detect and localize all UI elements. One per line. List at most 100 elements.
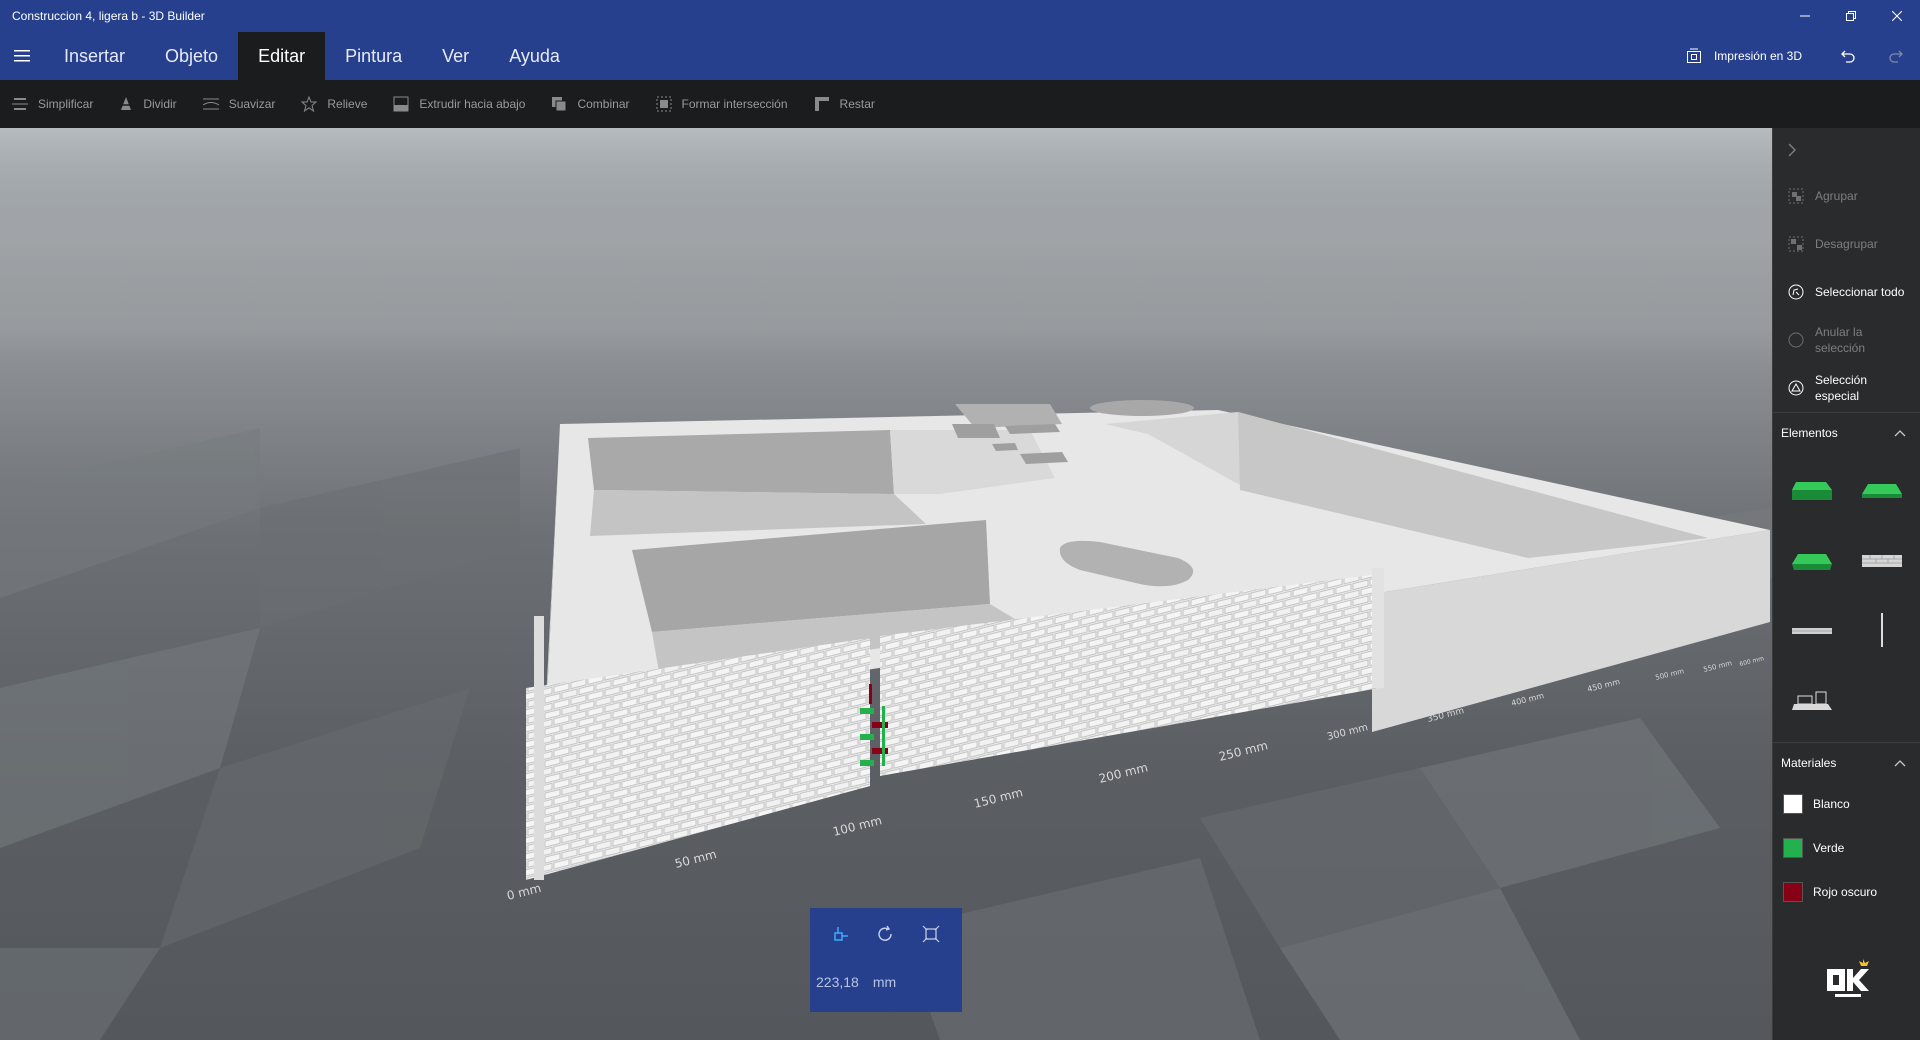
intersect-button[interactable]: Formar intersección	[656, 96, 788, 112]
pillar-icon	[1881, 613, 1883, 647]
hamburger-button[interactable]	[0, 32, 44, 80]
transform-tools	[810, 908, 962, 946]
extrude-down-icon	[393, 96, 409, 112]
tab-pintura[interactable]: Pintura	[325, 32, 422, 80]
ruler-label-200: 200 mm	[1097, 760, 1149, 786]
swatch-white	[1783, 794, 1803, 814]
title-bar: Construccion 4, ligera b - 3D Builder	[0, 0, 1920, 32]
elements-title: Elementos	[1781, 425, 1838, 440]
scene-canvas[interactable]: 0 mm 50 mm 100 mm 150 mm 200 mm 250 mm 3…	[0, 128, 1772, 1040]
ungroup-label: Desagrupar	[1815, 237, 1878, 251]
collapse-panel-button[interactable]	[1773, 128, 1920, 172]
elements-grid	[1773, 452, 1920, 736]
materials-title: Materiales	[1781, 755, 1837, 770]
ruler-label-0: 0 mm	[505, 881, 542, 903]
swatch-green	[1783, 838, 1803, 858]
special-selection-icon	[1787, 379, 1805, 397]
close-button[interactable]	[1874, 0, 1920, 32]
tool-label: Combinar	[577, 97, 630, 111]
restore-button[interactable]	[1828, 0, 1874, 32]
group-button[interactable]: Agrupar	[1773, 172, 1920, 220]
element-thumb[interactable]	[1847, 526, 1917, 596]
ruler-label-550: 550 mm	[1703, 659, 1733, 674]
tab-objeto[interactable]: Objeto	[145, 32, 238, 80]
tool-label: Simplificar	[38, 97, 94, 111]
scale-tool[interactable]	[919, 922, 943, 946]
emboss-icon	[301, 96, 318, 112]
element-thumb[interactable]	[1847, 596, 1917, 666]
tab-ayuda[interactable]: Ayuda	[489, 32, 580, 80]
material-green[interactable]: Verde	[1773, 826, 1920, 870]
simplify-button[interactable]: Simplificar	[12, 97, 93, 111]
watermark-logo	[1825, 957, 1873, 1006]
material-dark-red[interactable]: Rojo oscuro	[1773, 870, 1920, 914]
edit-toolbar: Simplificar Dividir Suavizar Relieve Ext…	[0, 80, 1920, 128]
minimize-icon	[1800, 15, 1810, 17]
elements-header[interactable]: Elementos	[1773, 412, 1920, 452]
hamburger-icon	[14, 50, 30, 62]
deselect-button[interactable]: Anular la selección	[1773, 316, 1920, 364]
redo-button[interactable]	[1872, 32, 1920, 80]
tool-label: Dividir	[143, 97, 177, 111]
3d-viewport[interactable]: 0 mm 50 mm 100 mm 150 mm 200 mm 250 mm 3…	[0, 128, 1772, 1040]
swatch-dark-red	[1783, 882, 1803, 902]
element-thumb[interactable]	[1777, 596, 1847, 666]
special-selection-label: Selección especial	[1815, 373, 1868, 403]
tab-editar[interactable]: Editar	[238, 32, 326, 80]
ruler-label-600: 600 mm	[1739, 655, 1765, 668]
brick-strip-icon	[1862, 555, 1902, 567]
rotate-icon	[878, 925, 892, 941]
smooth-icon	[202, 98, 219, 110]
special-selection-button[interactable]: Selección especial	[1773, 364, 1920, 412]
ungroup-button[interactable]: Desagrupar	[1773, 220, 1920, 268]
extrude-down-button[interactable]: Extrudir hacia abajo	[393, 96, 525, 112]
tool-label: Restar	[839, 97, 875, 111]
dimension-value[interactable]: 223,18	[816, 974, 859, 990]
intersect-icon	[656, 96, 671, 112]
tab-insertar[interactable]: Insertar	[44, 32, 145, 80]
element-thumb[interactable]	[1777, 456, 1847, 526]
move-tool[interactable]	[829, 922, 853, 946]
undo-button[interactable]	[1824, 32, 1872, 80]
subtract-button[interactable]: Restar	[814, 96, 875, 112]
ruler-label-50: 50 mm	[673, 847, 718, 871]
merge-button[interactable]: Combinar	[551, 96, 630, 112]
select-all-button[interactable]: Seleccionar todo	[1773, 268, 1920, 316]
dimension-unit: mm	[872, 974, 897, 990]
ruler-label-400: 400 mm	[1510, 691, 1545, 708]
material-white[interactable]: Blanco	[1773, 782, 1920, 826]
rotate-tool[interactable]	[874, 922, 898, 946]
ruler-label-150: 150 mm	[972, 785, 1024, 811]
dimension-readout[interactable]: 223,18 mm	[816, 974, 896, 990]
tool-label: Relieve	[327, 97, 368, 111]
ungroup-icon	[1787, 235, 1805, 253]
element-thumb[interactable]	[1777, 526, 1847, 596]
green-block-icon	[1792, 482, 1832, 500]
brick-thin-icon	[1792, 628, 1832, 634]
deselect-label: Anular la selección	[1815, 325, 1866, 355]
ok-modder-logo-icon	[1827, 959, 1869, 997]
window-title: Construccion 4, ligera b - 3D Builder	[12, 9, 205, 23]
split-icon	[119, 97, 134, 110]
element-thumb[interactable]	[1777, 666, 1847, 736]
restore-icon	[1846, 11, 1856, 21]
select-all-icon	[1787, 283, 1805, 301]
smooth-button[interactable]: Suavizar	[202, 97, 275, 111]
element-thumb[interactable]	[1847, 456, 1917, 526]
emboss-button[interactable]: Relieve	[301, 96, 367, 112]
move-icon	[833, 927, 848, 941]
printer-3d-icon	[1686, 48, 1701, 63]
redo-icon	[1889, 50, 1903, 63]
print-3d-button[interactable]: Impresión en 3D	[1664, 48, 1824, 64]
minimize-button[interactable]	[1782, 0, 1828, 32]
split-button[interactable]: Dividir	[119, 96, 177, 112]
select-all-label: Seleccionar todo	[1815, 285, 1905, 299]
compartment-1	[588, 430, 894, 494]
materials-header[interactable]: Materiales	[1773, 742, 1920, 782]
subtract-icon	[814, 97, 829, 111]
tab-ver[interactable]: Ver	[422, 32, 489, 80]
menubar-actions: Impresión en 3D	[1664, 32, 1920, 80]
chevron-right-icon	[1788, 143, 1796, 157]
merge-icon	[552, 97, 567, 112]
chevron-up-icon	[1894, 759, 1906, 766]
